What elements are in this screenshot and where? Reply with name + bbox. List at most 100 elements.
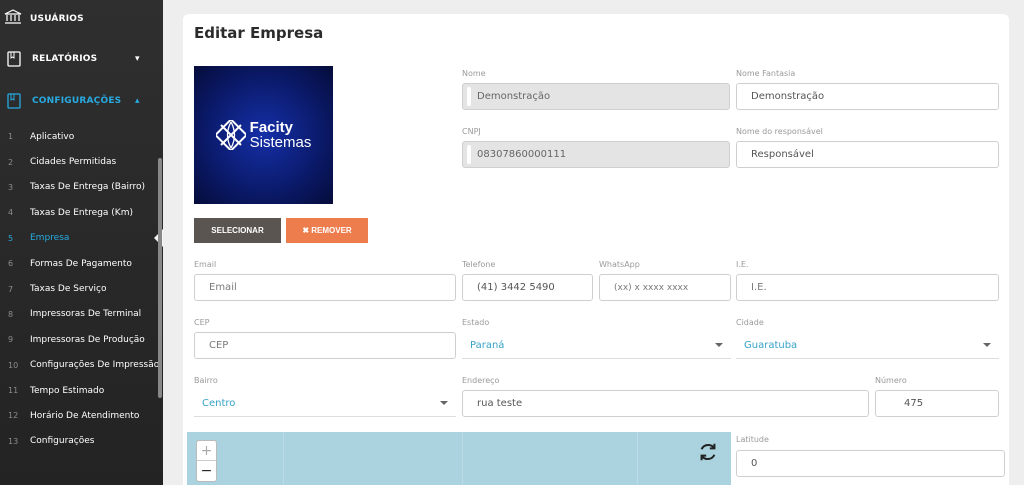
latitude-field[interactable]: 0 bbox=[736, 450, 1005, 477]
email-placeholder: Email bbox=[209, 282, 237, 293]
telefone-field[interactable]: (41) 3442 5490 bbox=[462, 274, 593, 301]
chevron-down-icon: ▾ bbox=[135, 54, 140, 64]
sidebar-item-label: Aplicativo bbox=[30, 131, 75, 142]
cep-field[interactable]: CEP bbox=[194, 332, 456, 359]
logo-line-1: Facity bbox=[249, 119, 294, 136]
sidebar-item-taxas-bairro[interactable]: 3 Taxas De Entrega (Bairro) bbox=[0, 175, 163, 200]
map-gridline bbox=[462, 432, 463, 485]
nav-label: CONFIGURAÇÕES bbox=[32, 96, 122, 106]
sidebar-item-aplicativo[interactable]: 1 Aplicativo bbox=[0, 124, 163, 149]
numero-value: 475 bbox=[904, 398, 924, 409]
nav-group-relatorios[interactable]: RELATÓRIOS ▾ bbox=[0, 38, 163, 80]
numero-field[interactable]: 475 bbox=[875, 390, 999, 417]
endereco-field[interactable]: rua teste bbox=[462, 390, 869, 417]
company-logo: Facity Sistemas bbox=[194, 66, 333, 204]
sidebar-item-label: Empresa bbox=[30, 233, 70, 244]
responsavel-field[interactable]: Responsável bbox=[736, 141, 999, 168]
page-title: Editar Empresa bbox=[194, 24, 324, 42]
sidebar-item-label: Configurações De Impressão bbox=[30, 360, 160, 371]
zoom-in-button[interactable]: + bbox=[197, 441, 216, 461]
responsavel-value: Responsável bbox=[751, 149, 814, 160]
item-number: 3 bbox=[8, 182, 14, 192]
sidebar-item-cidades[interactable]: 2 Cidades Permitidas bbox=[0, 149, 163, 174]
item-number: 5 bbox=[8, 233, 14, 243]
item-number: 2 bbox=[8, 157, 14, 167]
sidebar-item-impressoras-producao[interactable]: 9 Impressoras De Produção bbox=[0, 327, 163, 352]
edit-company-card: Editar Empresa Facity Sistemas SELECIONA… bbox=[183, 14, 1009, 485]
latitude-value: 0 bbox=[751, 458, 758, 469]
refresh-icon[interactable] bbox=[697, 441, 719, 463]
sidebar-item-configuracoes[interactable]: 13 Configurações bbox=[0, 429, 163, 454]
nome-fantasia-field[interactable]: Demonstração bbox=[736, 83, 999, 110]
item-number: 12 bbox=[8, 411, 19, 421]
submenu: 1 Aplicativo 2 Cidades Permitidas 3 Taxas D… bbox=[0, 124, 163, 454]
email-label: Email bbox=[194, 260, 217, 269]
email-field[interactable]: Email bbox=[194, 274, 456, 301]
numero-label: Número bbox=[875, 376, 907, 385]
endereco-value: rua teste bbox=[477, 398, 523, 409]
estado-select[interactable]: Paraná bbox=[462, 332, 731, 359]
chevron-down-icon bbox=[983, 343, 991, 347]
sidebar-item-impressoras-terminal[interactable]: 8 Impressoras De Terminal bbox=[0, 302, 163, 327]
bank-icon bbox=[4, 9, 22, 29]
cep-placeholder: CEP bbox=[209, 340, 229, 351]
whatsapp-label: WhatsApp bbox=[599, 260, 640, 269]
nav-group-configuracoes[interactable]: CONFIGURAÇÕES ▴ bbox=[0, 80, 163, 122]
nome-fantasia-label: Nome Fantasia bbox=[736, 69, 796, 78]
logo-mark-icon bbox=[215, 120, 246, 150]
logo: Facity Sistemas bbox=[215, 119, 311, 150]
endereco-label: Endereço bbox=[462, 376, 500, 385]
item-number: 13 bbox=[8, 436, 19, 446]
ie-placeholder: I.E. bbox=[751, 282, 767, 293]
location-map[interactable]: + − bbox=[187, 432, 731, 485]
nav-item-usuarios[interactable]: USUÁRIOS bbox=[0, 0, 163, 38]
chevron-down-icon bbox=[440, 401, 448, 405]
responsavel-label: Nome do responsável bbox=[736, 127, 823, 136]
sidebar-item-empresa[interactable]: 5 Empresa bbox=[0, 226, 163, 251]
cnpj-value: 08307860000111 bbox=[477, 149, 567, 160]
sidebar-item-label: Impressoras De Terminal bbox=[30, 309, 142, 320]
sidebar-item-config-impressao[interactable]: 10 Configurações De Impressão bbox=[0, 353, 163, 378]
map-gridline bbox=[637, 432, 638, 485]
remove-image-button[interactable]: ✖ REMOVER bbox=[286, 218, 368, 243]
nav-label: USUÁRIOS bbox=[30, 14, 84, 24]
book-icon bbox=[4, 92, 24, 110]
cep-label: CEP bbox=[194, 318, 210, 327]
sidebar-item-label: Horário De Atendimento bbox=[30, 410, 140, 421]
cidade-value: Guaratuba bbox=[744, 339, 798, 351]
cnpj-field[interactable]: 08307860000111 bbox=[462, 141, 730, 168]
sidebar: USUÁRIOS RELATÓRIOS ▾ CONFIGURAÇÕES ▴ 1 A… bbox=[0, 0, 163, 485]
sidebar-item-label: Taxas De Entrega (Bairro) bbox=[30, 182, 146, 193]
nome-field[interactable]: Demonstração bbox=[462, 83, 730, 110]
sidebar-item-horario[interactable]: 12 Horário De Atendimento bbox=[0, 403, 163, 428]
whatsapp-field[interactable]: (xx) x xxxx xxxx bbox=[599, 274, 731, 301]
nav-label: RELATÓRIOS bbox=[32, 54, 98, 64]
zoom-out-button[interactable]: − bbox=[197, 461, 216, 481]
item-number: 11 bbox=[8, 386, 19, 396]
bairro-value: Centro bbox=[202, 397, 236, 409]
latitude-label: Latitude bbox=[736, 435, 769, 444]
estado-value: Paraná bbox=[470, 339, 505, 351]
item-number: 8 bbox=[8, 309, 14, 319]
bairro-select[interactable]: Centro bbox=[194, 390, 456, 417]
cidade-select[interactable]: Guaratuba bbox=[736, 332, 999, 359]
ie-label: I.E. bbox=[736, 260, 749, 269]
item-number: 9 bbox=[8, 335, 14, 345]
item-number: 4 bbox=[8, 208, 14, 218]
sidebar-scrollbar[interactable] bbox=[158, 158, 162, 398]
sidebar-item-formas-pagamento[interactable]: 6 Formas De Pagamento bbox=[0, 251, 163, 276]
sidebar-item-taxas-km[interactable]: 4 Taxas De Entrega (Km) bbox=[0, 200, 163, 225]
select-image-button[interactable]: SELECIONAR bbox=[194, 218, 281, 243]
bairro-label: Bairro bbox=[194, 376, 218, 385]
sidebar-item-taxas-servico[interactable]: 7 Taxas De Serviço bbox=[0, 276, 163, 301]
nome-fantasia-value: Demonstração bbox=[751, 91, 825, 102]
sidebar-item-tempo-estimado[interactable]: 11 Tempo Estimado bbox=[0, 378, 163, 403]
cnpj-label: CNPJ bbox=[462, 127, 481, 136]
sidebar-item-label: Tempo Estimado bbox=[30, 385, 105, 396]
item-number: 6 bbox=[8, 259, 14, 269]
sidebar-item-label: Cidades Permitidas bbox=[30, 157, 117, 168]
cidade-label: Cidade bbox=[736, 318, 764, 327]
field-cursor bbox=[467, 87, 471, 106]
chevron-down-icon bbox=[715, 343, 723, 347]
ie-field[interactable]: I.E. bbox=[736, 274, 999, 301]
